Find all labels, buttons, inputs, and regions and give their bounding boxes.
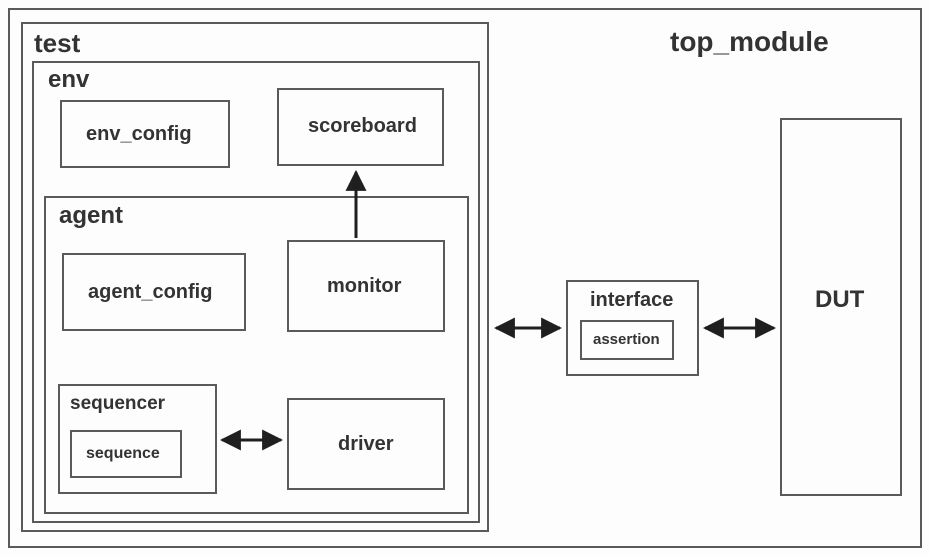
dut-label: DUT xyxy=(815,288,864,312)
assertion-label: assertion xyxy=(593,332,660,347)
agent-config-label: agent_config xyxy=(88,282,212,302)
env-label: env xyxy=(48,68,89,92)
monitor-label: monitor xyxy=(327,276,401,296)
test-label: test xyxy=(34,30,80,56)
top-module-label: top_module xyxy=(670,28,829,56)
interface-label: interface xyxy=(590,290,673,310)
driver-label: driver xyxy=(338,434,394,454)
sequencer-label: sequencer xyxy=(70,394,165,413)
scoreboard-label: scoreboard xyxy=(308,116,417,136)
env-config-label: env_config xyxy=(86,124,192,144)
agent-label: agent xyxy=(59,204,123,228)
uvm-diagram: top_module test env env_config scoreboar… xyxy=(0,0,929,556)
sequence-label: sequence xyxy=(86,446,160,462)
